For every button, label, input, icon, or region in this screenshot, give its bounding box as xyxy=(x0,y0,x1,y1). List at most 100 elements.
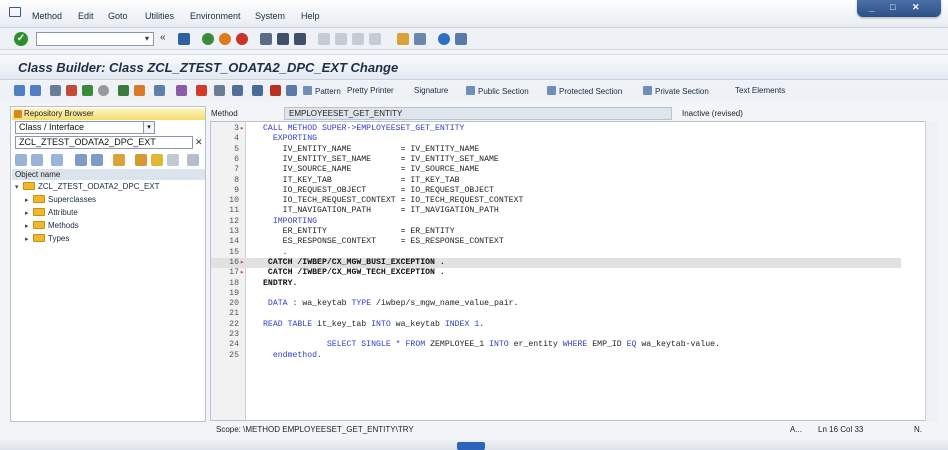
shortcut-icon[interactable] xyxy=(414,33,426,45)
info-icon[interactable] xyxy=(252,85,263,96)
minimize-button[interactable]: _ xyxy=(869,2,875,13)
expand-arrow-icon[interactable]: ▸ xyxy=(25,221,33,233)
command-field[interactable]: ▾ xyxy=(36,32,154,46)
double-chevron-left-icon[interactable]: « xyxy=(160,32,166,43)
next-object-icon[interactable] xyxy=(31,154,43,166)
new-session-icon[interactable] xyxy=(397,33,409,45)
public-section-button[interactable]: Public Section xyxy=(466,86,529,96)
display-change-icon[interactable] xyxy=(50,85,61,96)
pattern-button[interactable]: Pattern xyxy=(303,86,341,96)
menu-help[interactable]: Help xyxy=(301,11,320,21)
forward-arrow-icon[interactable] xyxy=(30,85,41,96)
menu-utilities[interactable]: Utilities xyxy=(145,11,174,21)
first-page-icon[interactable] xyxy=(318,33,330,45)
close-icon[interactable]: ✕ xyxy=(195,137,203,148)
close-button[interactable]: ✕ xyxy=(912,2,920,13)
signature-button[interactable]: Signature xyxy=(414,86,448,95)
code-line[interactable]: 13 ER_ENTITY = ER_ENTITY xyxy=(211,227,901,237)
edit-pencil-icon[interactable] xyxy=(134,85,145,96)
layout-menu-icon[interactable] xyxy=(455,33,467,45)
save-icon[interactable] xyxy=(178,33,190,45)
code-line[interactable]: 19 xyxy=(211,289,901,299)
vertical-scrollbar[interactable] xyxy=(925,121,938,421)
maximize-button[interactable]: □ xyxy=(890,2,895,12)
hierarchy-tree-icon[interactable] xyxy=(135,154,147,166)
exit-icon[interactable] xyxy=(219,33,231,45)
breakpoint-icon[interactable] xyxy=(196,85,207,96)
back-icon[interactable] xyxy=(202,33,214,45)
code-line[interactable]: 14 ES_RESPONSE_CONTEXT = ES_RESPONSE_CON… xyxy=(211,237,901,247)
binoculars-icon[interactable] xyxy=(113,154,125,166)
tree-node-superclasses[interactable]: ▸ Superclasses xyxy=(25,194,96,206)
code-line[interactable]: 11 IT_NAVIGATION_PATH = IT_NAVIGATION_PA… xyxy=(211,206,901,216)
find-next-icon[interactable] xyxy=(294,33,306,45)
expand-arrow-icon[interactable]: ▸ xyxy=(25,234,33,246)
collapse-marker-icon[interactable]: ▸ xyxy=(240,268,244,278)
code-line[interactable]: 7 IV_SOURCE_NAME = IV_SOURCE_NAME xyxy=(211,165,901,175)
expand-icon[interactable] xyxy=(91,154,103,166)
tree-node-attribute[interactable]: ▸ Attribute xyxy=(25,207,78,219)
code-line[interactable]: 5 IV_ENTITY_NAME = IV_ENTITY_NAME xyxy=(211,145,901,155)
code-line[interactable]: 17 ▸ CATCH /IWBEP/CX_MGW_TECH_EXCEPTION . xyxy=(211,268,901,278)
chevron-down-icon[interactable]: ▾ xyxy=(141,33,153,45)
copy-icon[interactable] xyxy=(286,85,297,96)
expand-arrow-icon[interactable]: ▾ xyxy=(15,182,23,194)
sap-menu-icon[interactable] xyxy=(9,7,21,17)
menu-system[interactable]: System xyxy=(255,11,285,21)
next-page-icon[interactable] xyxy=(352,33,364,45)
code-line[interactable]: 9 IO_REQUEST_OBJECT = IO_REQUEST_OBJECT xyxy=(211,186,901,196)
previous-object-icon[interactable] xyxy=(15,154,27,166)
code-line[interactable]: 24 SELECT SINGLE * FROM ZEMPLOYEE_1 INTO… xyxy=(211,340,901,350)
expand-arrow-icon[interactable]: ▸ xyxy=(25,195,33,207)
protected-section-button[interactable]: Protected Section xyxy=(547,86,622,96)
hierarchy-icon[interactable] xyxy=(176,85,187,96)
code-line[interactable]: 22 READ TABLE it_key_tab INTO wa_keytab I… xyxy=(211,320,901,330)
pretty-printer-button[interactable]: Pretty Printer xyxy=(347,86,394,95)
tree-node-methods[interactable]: ▸ Methods xyxy=(25,220,79,232)
private-section-button[interactable]: Private Section xyxy=(643,86,709,96)
cancel-icon[interactable] xyxy=(236,33,248,45)
cut-icon[interactable] xyxy=(270,85,281,96)
code-line[interactable]: 4 EXPORTING xyxy=(211,134,901,144)
code-editor[interactable]: 3 ▸ CALL METHOD SUPER->EMPLOYEESET_GET_ENT… xyxy=(210,121,938,421)
object-type-select[interactable]: Class / Interface ▾ xyxy=(15,121,155,134)
test-icon[interactable] xyxy=(118,85,129,96)
code-line[interactable]: 16 ▸ CATCH /IWBEP/CX_MGW_BUSI_EXCEPTION . xyxy=(211,257,901,269)
expand-arrow-icon[interactable]: ▸ xyxy=(25,208,33,220)
object-name-input[interactable]: ZCL_ZTEST_ODATA2_DPC_EXT xyxy=(15,136,193,149)
find-icon[interactable] xyxy=(277,33,289,45)
tree-node-types[interactable]: ▸ Types xyxy=(25,233,69,245)
where-used-icon[interactable] xyxy=(154,85,165,96)
previous-page-icon[interactable] xyxy=(335,33,347,45)
menu-edit[interactable]: Edit xyxy=(78,11,94,21)
activate-icon[interactable] xyxy=(98,85,109,96)
menu-goto[interactable]: Goto xyxy=(108,11,128,21)
enter-check-icon[interactable]: ✓ xyxy=(14,32,28,46)
menu-dropdown-icon[interactable] xyxy=(167,154,179,166)
code-line[interactable]: 8 IT_KEY_TAB = IT_KEY_TAB xyxy=(211,176,901,186)
collapse-marker-icon[interactable]: ▸ xyxy=(240,258,244,268)
favorites-star-icon[interactable] xyxy=(151,154,163,166)
code-line[interactable]: 10 IO_TECH_REQUEST_CONTEXT = IO_TECH_REQ… xyxy=(211,196,901,206)
check-icon[interactable] xyxy=(82,85,93,96)
scroll-right-icon[interactable] xyxy=(187,154,199,166)
code-line[interactable]: 15 . xyxy=(211,248,901,258)
code-line[interactable]: 21 xyxy=(211,309,901,319)
code-line[interactable]: 6 IV_ENTITY_SET_NAME = IV_ENTITY_SET_NAM… xyxy=(211,155,901,165)
display-object-list-icon[interactable] xyxy=(214,85,225,96)
code-line[interactable]: 20 DATA : wa_keytab TYPE /iwbep/s_mgw_na… xyxy=(211,299,901,309)
collapse-marker-icon[interactable]: ▸ xyxy=(240,124,244,134)
repository-browser-header[interactable]: Repository Browser xyxy=(12,108,205,120)
code-line[interactable]: 25 endmethod. xyxy=(211,351,901,361)
last-page-icon[interactable] xyxy=(369,33,381,45)
code-line[interactable]: 12 IMPORTING xyxy=(211,217,901,227)
print-icon[interactable] xyxy=(260,33,272,45)
menu-method[interactable]: Method xyxy=(32,11,62,21)
back-arrow-icon[interactable] xyxy=(14,85,25,96)
text-elements-button[interactable]: Text Elements xyxy=(735,86,785,95)
navigation-window-icon[interactable] xyxy=(232,85,243,96)
menu-environment[interactable]: Environment xyxy=(190,11,241,21)
up-level-icon[interactable] xyxy=(51,154,63,166)
help-icon[interactable] xyxy=(438,33,450,45)
tree-node-root[interactable]: ▾ ZCL_ZTEST_ODATA2_DPC_EXT xyxy=(15,181,160,193)
